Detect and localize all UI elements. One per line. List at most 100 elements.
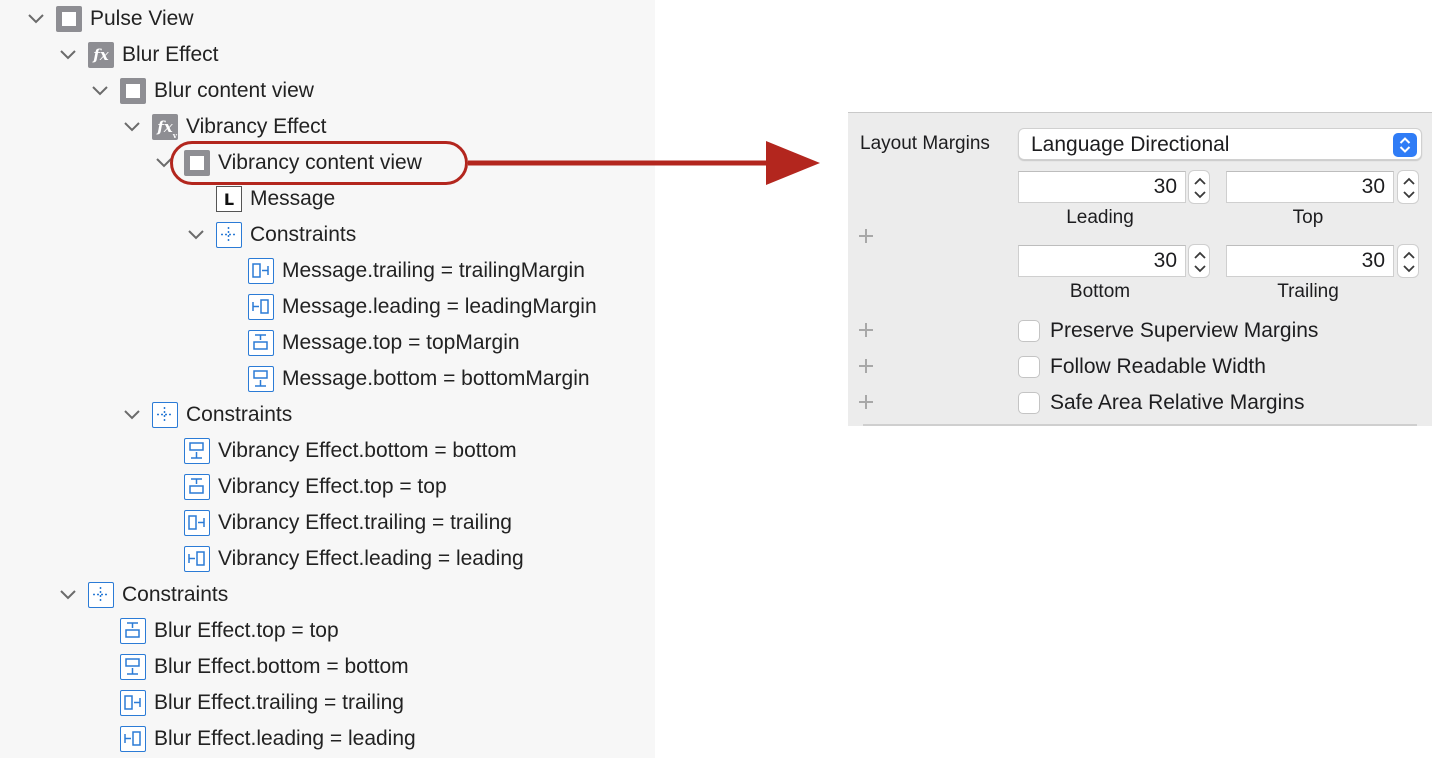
vibrancy-badge-icon: v <box>172 131 177 140</box>
top-constraint-icon <box>248 330 274 356</box>
bottom-constraint-icon <box>248 366 274 392</box>
outline-item-constraint[interactable]: Blur Effect.trailing = trailing <box>120 685 404 721</box>
outline-item-constraint[interactable]: Blur Effect.leading = leading <box>120 721 416 757</box>
outline-item-label: Pulse View <box>90 7 194 30</box>
outline-item-blur-effect[interactable]: fx Blur Effect <box>88 37 219 73</box>
inspector-divider <box>863 424 1417 426</box>
bottom-field[interactable]: 30 <box>1018 245 1186 277</box>
outline-item-label: Constraints <box>186 403 293 426</box>
layout-margins-label: Layout Margins <box>860 133 990 154</box>
disclosure-open-icon[interactable] <box>26 9 46 29</box>
outline-item-constraints[interactable]: Constraints <box>88 577 228 613</box>
outline-item-label: Message.leading = leadingMargin <box>282 295 597 318</box>
constraints-icon <box>152 402 178 428</box>
outline-item-label: Blur content view <box>154 79 314 102</box>
disclosure-open-icon[interactable] <box>58 45 78 65</box>
top-field[interactable]: 30 <box>1226 171 1394 203</box>
outline-item-label: Vibrancy Effect <box>186 115 327 138</box>
label-icon: L <box>216 186 242 212</box>
trailing-constraint-icon <box>184 510 210 536</box>
outline-item-constraint[interactable]: Message.trailing = trailingMargin <box>248 253 585 289</box>
layout-margins-popup[interactable]: Language Directional <box>1018 128 1422 160</box>
layout-margins-value: Language Directional <box>1031 133 1230 156</box>
outline-item-label: Vibrancy Effect.leading = leading <box>218 547 524 570</box>
outline-item-label: Constraints <box>122 583 229 606</box>
leading-constraint-icon <box>248 294 274 320</box>
disclosure-open-icon[interactable] <box>58 585 78 605</box>
vibrancy-effect-icon: fx v <box>152 114 178 140</box>
add-variation-icon[interactable] <box>859 395 873 409</box>
outline-item-constraints[interactable]: Constraints <box>216 217 356 253</box>
leading-field[interactable]: 30 <box>1018 171 1186 203</box>
outline-item-vibrancy-effect[interactable]: fx v Vibrancy Effect <box>152 109 326 145</box>
leading-constraint-icon <box>120 726 146 752</box>
bottom-caption: Bottom <box>1069 281 1131 302</box>
checkbox-box[interactable] <box>1018 356 1040 378</box>
add-variation-icon[interactable] <box>859 359 873 373</box>
leading-constraint-icon <box>184 546 210 572</box>
bottom-value: 30 <box>1153 249 1177 272</box>
checkbox-box[interactable] <box>1018 392 1040 414</box>
view-icon <box>120 78 146 104</box>
outline-item-label: Message <box>250 187 336 210</box>
effect-icon-glyph: fx <box>93 46 109 64</box>
outline-item-constraint[interactable]: Vibrancy Effect.bottom = bottom <box>184 433 517 469</box>
outline-item-blur-content-view[interactable]: Blur content view <box>120 73 314 109</box>
bottom-constraint-icon <box>184 438 210 464</box>
leading-caption: Leading <box>1066 207 1134 228</box>
disclosure-open-icon[interactable] <box>90 81 110 101</box>
disclosure-open-icon[interactable] <box>122 117 142 137</box>
constraints-icon <box>216 222 242 248</box>
outline-item-constraint[interactable]: Message.bottom = bottomMargin <box>248 361 590 397</box>
safe-area-relative-margins-checkbox[interactable]: Safe Area Relative Margins <box>1018 389 1304 417</box>
document-outline: Pulse View fx Blur Effect Blur content v… <box>0 0 655 758</box>
top-constraint-icon <box>184 474 210 500</box>
outline-item-label: Blur Effect.top = top <box>154 619 339 642</box>
add-variation-icon[interactable] <box>859 323 873 337</box>
constraints-icon <box>88 582 114 608</box>
trailing-stepper[interactable] <box>1397 244 1419 278</box>
trailing-value: 30 <box>1361 249 1385 272</box>
outline-item-constraint[interactable]: Vibrancy Effect.trailing = trailing <box>184 505 512 541</box>
outline-item-constraint[interactable]: Blur Effect.top = top <box>120 613 339 649</box>
disclosure-open-icon[interactable] <box>122 405 142 425</box>
outline-item-label: Vibrancy Effect.trailing = trailing <box>218 511 512 534</box>
outline-item-constraint[interactable]: Vibrancy Effect.leading = leading <box>184 541 524 577</box>
outline-item-pulse-view[interactable]: Pulse View <box>56 1 194 37</box>
top-caption: Top <box>1292 207 1324 228</box>
top-stepper[interactable] <box>1397 170 1419 204</box>
follow-readable-width-checkbox[interactable]: Follow Readable Width <box>1018 353 1266 381</box>
bottom-stepper[interactable] <box>1188 244 1210 278</box>
outline-item-constraint[interactable]: Blur Effect.bottom = bottom <box>120 649 409 685</box>
leading-stepper[interactable] <box>1188 170 1210 204</box>
disclosure-open-icon[interactable] <box>186 225 206 245</box>
trailing-field[interactable]: 30 <box>1226 245 1394 277</box>
leading-value: 30 <box>1153 175 1177 198</box>
outline-item-label: Blur Effect.trailing = trailing <box>154 691 404 714</box>
checkbox-box[interactable] <box>1018 320 1040 342</box>
checkbox-label: Safe Area Relative Margins <box>1050 391 1305 414</box>
outline-item-label: Blur Effect.leading = leading <box>154 727 416 750</box>
preserve-superview-margins-checkbox[interactable]: Preserve Superview Margins <box>1018 317 1318 345</box>
top-value: 30 <box>1361 175 1385 198</box>
callout-arrow-icon <box>468 141 820 185</box>
outline-item-label: Message.top = topMargin <box>282 331 520 354</box>
outline-item-label: Blur Effect <box>122 43 219 66</box>
effect-icon-glyph: fx <box>157 118 173 136</box>
layout-margins-inspector: Layout Margins Language Directional 30 L… <box>848 112 1432 426</box>
outline-item-constraint[interactable]: Message.leading = leadingMargin <box>248 289 597 325</box>
outline-item-label: Message.trailing = trailingMargin <box>282 259 585 282</box>
highlight-ring <box>170 141 468 185</box>
effect-icon: fx <box>88 42 114 68</box>
outline-item-constraint[interactable]: Message.top = topMargin <box>248 325 520 361</box>
outline-item-label: Blur Effect.bottom = bottom <box>154 655 409 678</box>
top-constraint-icon <box>120 618 146 644</box>
outline-item-constraints[interactable]: Constraints <box>152 397 292 433</box>
outline-item-label: Constraints <box>250 223 357 246</box>
outline-item-constraint[interactable]: Vibrancy Effect.top = top <box>184 469 447 505</box>
add-variation-icon[interactable] <box>859 229 873 243</box>
outline-item-message[interactable]: L Message <box>216 181 335 217</box>
checkbox-label: Preserve Superview Margins <box>1050 319 1319 342</box>
trailing-caption: Trailing <box>1277 281 1339 302</box>
trailing-constraint-icon <box>248 258 274 284</box>
